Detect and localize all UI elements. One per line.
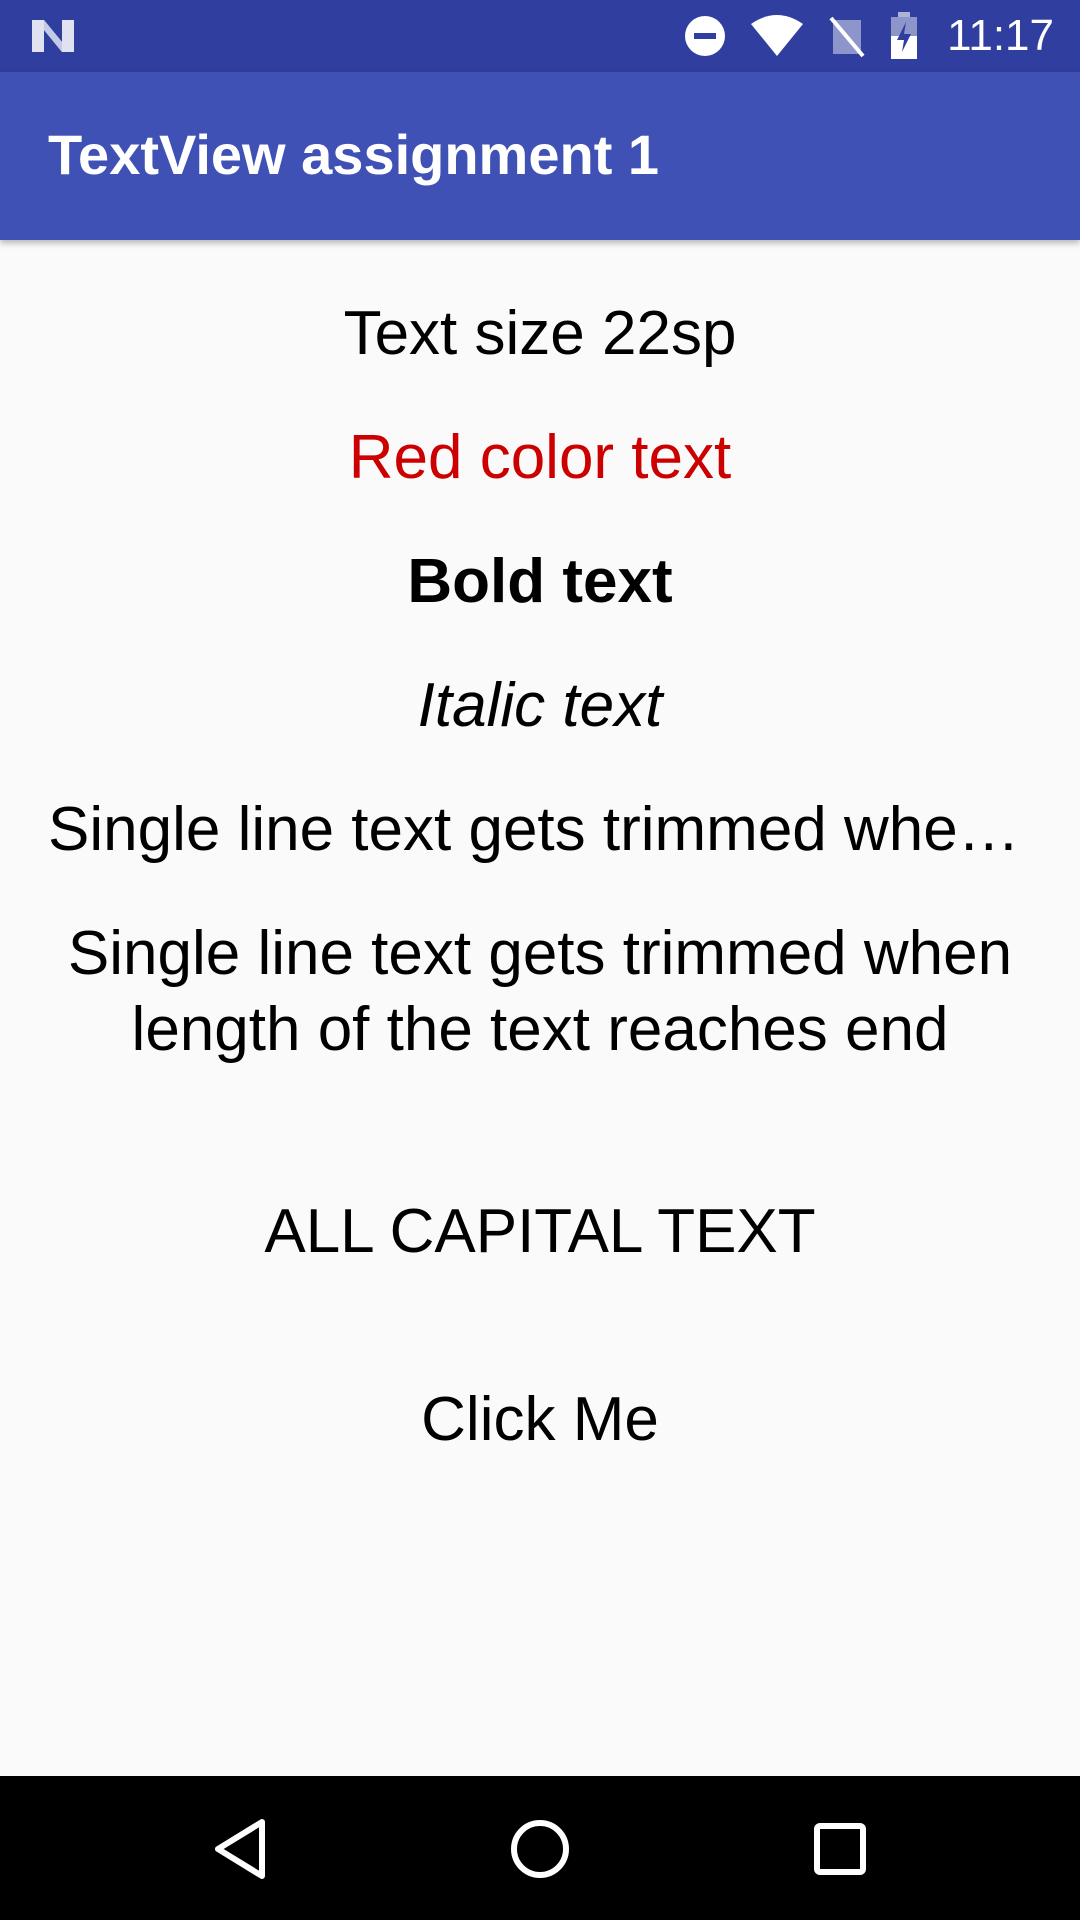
- click-me-button[interactable]: Click Me: [340, 1370, 740, 1470]
- do-not-disturb-icon: [685, 16, 726, 56]
- home-icon: [511, 1820, 569, 1878]
- navigation-bar: [0, 1776, 1080, 1920]
- single-line-textview: Single line text gets trimmed when lengt…: [48, 795, 1032, 864]
- battery-charging-icon: [891, 12, 918, 59]
- wifi-icon: [751, 15, 804, 56]
- app-bar: TextView assignment 1: [0, 72, 1080, 240]
- text-size-textview: Text size 22sp: [343, 299, 737, 368]
- home-button[interactable]: [500, 1814, 580, 1884]
- recents-button[interactable]: [800, 1814, 880, 1884]
- status-icons: 11:17: [683, 0, 1054, 72]
- back-icon: [215, 1819, 265, 1879]
- main-content: Text size 22sp Red color text Bold text …: [0, 240, 1080, 1776]
- status-time: 11:17: [947, 11, 1054, 60]
- red-color-textview: Red color text: [348, 423, 732, 492]
- italic-textview: Italic text: [417, 671, 663, 740]
- all-caps-textview: All capital text: [264, 1197, 816, 1266]
- app-title: TextView assignment 1: [48, 123, 660, 186]
- status-bar: 11:17: [0, 0, 1080, 72]
- bold-textview: Bold text: [407, 547, 673, 616]
- recents-icon: [814, 1823, 866, 1875]
- notification-n-icon: [32, 20, 74, 52]
- multi-line-textview: Single line text gets trimmed when lengt…: [67, 919, 1013, 1064]
- no-signal-icon: [829, 16, 865, 58]
- back-button[interactable]: [200, 1814, 280, 1884]
